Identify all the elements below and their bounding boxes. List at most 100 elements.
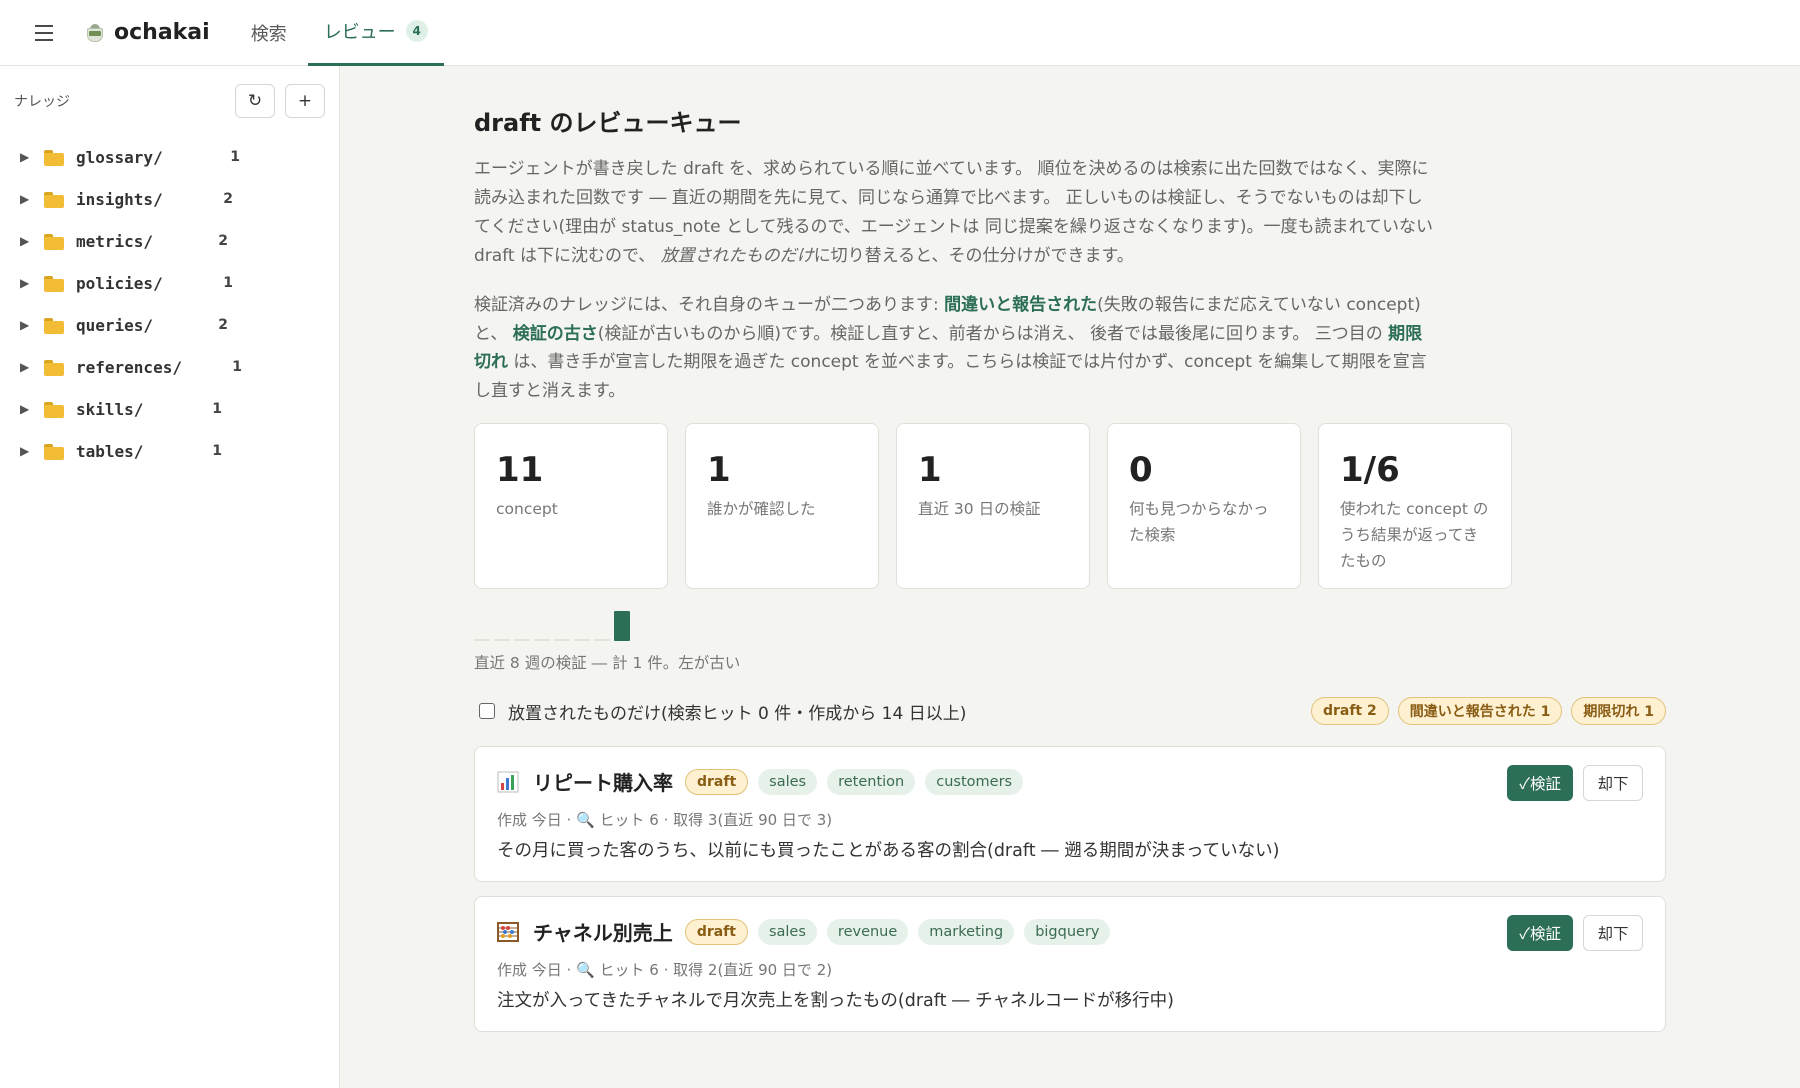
status-badge: draft (684, 918, 748, 945)
abandoned-only-label[interactable]: 放置されたものだけ(検索ヒット 0 件・作成から 14 日以上) (508, 699, 1302, 724)
stat-card: 11 concept (474, 423, 668, 589)
stat-card: 0 何も見つからなかった検索 (1107, 423, 1301, 589)
intro-emphasis: 放置されたものだけ (660, 246, 814, 266)
folder-icon (44, 359, 64, 376)
sparkline-bar (554, 639, 570, 641)
stat-card: 1/6 使われた concept のうち結果が返ってきたもの (1318, 423, 1512, 589)
card-title[interactable]: リピート購入率 (533, 767, 673, 796)
brand-name: ochakai (114, 20, 210, 45)
pill-reported-wrong[interactable]: 間違いと報告された 1 (1397, 697, 1563, 725)
caret-right-icon: ▶ (20, 318, 30, 332)
verify-button[interactable]: ✓検証 (1507, 915, 1573, 951)
folder-icon (44, 317, 64, 334)
folder-item-references[interactable]: ▶ references/ 1 (0, 346, 242, 388)
caret-right-icon: ▶ (20, 360, 30, 374)
queues-text: (検証が古いものから順)です。検証し直すと、前者からは消え、 後者では最後尾に回… (597, 323, 1389, 344)
folder-item-policies[interactable]: ▶ policies/ 1 (0, 262, 233, 304)
folder-count: 1 (212, 443, 222, 459)
tab-review[interactable]: レビュー 4 (307, 0, 444, 66)
folder-count: 1 (230, 149, 240, 165)
card-description: その月に買った客のうち、以前にも買ったことがある客の割合(draft ― 遡る期… (497, 841, 1280, 861)
folder-item-tables[interactable]: ▶ tables/ 1 (0, 430, 222, 472)
review-card: リピート購入率 draft sales retention customers … (474, 746, 1666, 882)
chart-icon (497, 771, 519, 793)
tag[interactable]: customers (925, 768, 1024, 795)
folder-item-insights[interactable]: ▶ insights/ 2 (0, 178, 233, 220)
folder-icon (44, 443, 64, 460)
card-header: リピート購入率 draft sales retention customers (497, 767, 1033, 796)
tag[interactable]: sales (757, 918, 817, 945)
status-badge: draft (685, 768, 749, 795)
refresh-button[interactable]: ↻ (235, 84, 275, 118)
filter-row: 放置されたものだけ(検索ヒット 0 件・作成から 14 日以上) draft 2… (474, 694, 1666, 728)
folder-name: queries/ (76, 315, 154, 335)
menu-icon[interactable] (28, 17, 60, 49)
tab-search-label: 検索 (250, 23, 287, 45)
reject-button[interactable]: 却下 (1583, 765, 1643, 801)
link-reported-wrong[interactable]: 間違いと報告された (944, 295, 1097, 315)
caret-right-icon: ▶ (20, 276, 30, 290)
stat-value: 1 (707, 450, 731, 490)
stat-value: 11 (496, 450, 544, 490)
queues-text: 検証済みのナレッジには、それ自身のキューが二つあります: (474, 295, 945, 315)
folder-name: metrics/ (76, 231, 154, 251)
folder-count: 1 (212, 401, 222, 417)
stat-label: 使われた concept のうち結果が返ってきたもの (1340, 500, 1489, 570)
intro-paragraph: エージェントが書き戻した draft を、求められている順に並べています。 順位… (474, 155, 1434, 271)
brand[interactable]: ochakai (86, 20, 210, 45)
folder-name: glossary/ (76, 147, 163, 167)
card-meta: 作成 今日 · 🔍 ヒット 6 · 取得 3(直近 90 日で 3) (497, 811, 833, 829)
tag[interactable]: bigquery (1024, 918, 1111, 945)
sparkline-bar (574, 639, 590, 641)
tag[interactable]: marketing (918, 918, 1015, 945)
folder-tree: ▶ glossary/ 1 ▶ insights/ 2 ▶ metrics/ 2… (0, 136, 339, 472)
stat-value: 0 (1129, 450, 1153, 490)
review-count-badge: 4 (405, 20, 428, 42)
folder-count: 2 (218, 233, 228, 249)
queues-paragraph: 検証済みのナレッジには、それ自身のキューが二つあります: 間違いと報告された(失… (474, 291, 1434, 405)
tab-search[interactable]: 検索 (236, 0, 302, 66)
stat-label: concept (496, 500, 558, 518)
folder-name: insights/ (76, 189, 163, 209)
folder-count: 2 (218, 317, 228, 333)
caret-right-icon: ▶ (20, 150, 30, 164)
folder-name: skills/ (76, 399, 144, 419)
caret-right-icon: ▶ (20, 402, 30, 416)
add-button[interactable]: + (285, 84, 325, 118)
folder-count: 1 (232, 359, 242, 375)
link-stale-verification[interactable]: 検証の古さ (513, 324, 598, 344)
sparkline-bar (614, 611, 630, 641)
stat-label: 何も見つからなかった検索 (1129, 500, 1269, 544)
reject-button[interactable]: 却下 (1583, 915, 1643, 951)
folder-count: 2 (223, 191, 233, 207)
sidebar: ナレッジ ↻ + ▶ glossary/ 1 ▶ insights/ 2 ▶ m… (0, 66, 340, 1088)
verify-button[interactable]: ✓検証 (1507, 765, 1573, 801)
page-title: draft のレビューキュー (474, 109, 742, 137)
tag[interactable]: retention (827, 768, 916, 795)
folder-item-glossary[interactable]: ▶ glossary/ 1 (0, 136, 240, 178)
pill-draft[interactable]: draft 2 (1310, 697, 1389, 725)
folder-item-skills[interactable]: ▶ skills/ 1 (0, 388, 222, 430)
tab-review-label: レビュー (323, 22, 396, 43)
folder-icon (44, 191, 64, 208)
folder-icon (44, 401, 64, 418)
sparkline-caption: 直近 8 週の検証 ― 計 1 件。左が古い (474, 654, 741, 672)
abandoned-only-checkbox[interactable] (479, 703, 495, 719)
card-header: チャネル別売上 draft sales revenue marketing bi… (497, 917, 1120, 946)
refresh-icon: ↻ (247, 91, 263, 111)
stats-row: 11 concept 1 誰かが確認した 1 直近 30 日の検証 0 何も見つ… (474, 423, 1774, 589)
folder-item-metrics[interactable]: ▶ metrics/ 2 (0, 220, 228, 262)
card-title[interactable]: チャネル別売上 (533, 917, 673, 946)
tag[interactable]: sales (758, 768, 818, 795)
pill-expired[interactable]: 期限切れ 1 (1571, 697, 1666, 725)
tag[interactable]: revenue (826, 918, 909, 945)
folder-name: tables/ (76, 441, 144, 461)
folder-item-queries[interactable]: ▶ queries/ 2 (0, 304, 228, 346)
card-meta: 作成 今日 · 🔍 ヒット 6 · 取得 2(直近 90 日で 2) (497, 961, 833, 979)
folder-icon (44, 149, 64, 166)
card-description: 注文が入ってきたチャネルで月次売上を割ったもの(draft ― チャネルコードが… (497, 991, 1174, 1011)
stat-value: 1/6 (1340, 450, 1400, 490)
folder-icon (44, 233, 64, 250)
tea-cup-icon (86, 22, 104, 44)
caret-right-icon: ▶ (20, 444, 30, 458)
